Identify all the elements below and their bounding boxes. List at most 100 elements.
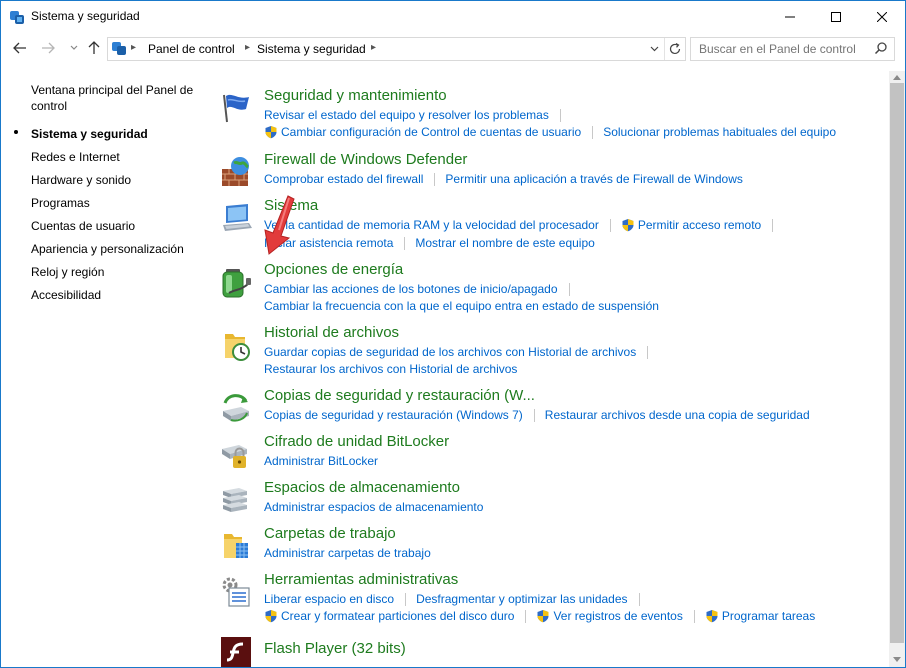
close-button[interactable]: [859, 1, 905, 32]
link-show-computer-name[interactable]: Mostrar el nombre de este equipo: [415, 235, 594, 252]
link-change-uac[interactable]: Cambiar configuración de Control de cuen…: [281, 124, 581, 141]
flash-player-icon: [221, 637, 251, 667]
link-divider: [592, 126, 594, 139]
category-title[interactable]: Seguridad y mantenimiento: [264, 87, 447, 104]
link-allow-remote[interactable]: Permitir acceso remoto: [638, 217, 761, 234]
search-icon[interactable]: [874, 41, 888, 55]
scroll-down-icon[interactable]: [893, 657, 901, 663]
uac-shield-icon: [706, 610, 718, 623]
link-restore-file-history[interactable]: Restaurar los archivos con Historial de …: [264, 361, 517, 378]
file-history-icon: [225, 334, 250, 361]
link-row: Comprobar estado del firewall Permitir un…: [264, 171, 743, 188]
category-list: Seguridad y mantenimiento Revisar el est…: [215, 71, 887, 667]
link-divider: [638, 593, 640, 606]
flag-icon: [223, 94, 249, 123]
link-review-status[interactable]: Revisar el estado del equipo y resolver …: [264, 107, 549, 124]
search-box[interactable]: [690, 37, 895, 61]
link-row: Administrar espacios de almacenamiento: [264, 499, 483, 516]
category-title[interactable]: Flash Player (32 bits): [264, 640, 406, 657]
breadcrumb-control-panel[interactable]: Panel de control: [148, 42, 235, 56]
link-sleep-frequency[interactable]: Cambiar la frecuencia con la que el equi…: [264, 298, 659, 315]
link-event-logs[interactable]: Ver registros de eventos: [553, 608, 682, 625]
recent-locations-button[interactable]: [65, 39, 83, 57]
sidebar-item-programs[interactable]: Programas: [31, 195, 201, 211]
window-title: Sistema y seguridad: [31, 9, 140, 23]
storage-icon: [223, 488, 247, 512]
title-bar: Sistema y seguridad: [1, 1, 905, 32]
link-divider: [405, 593, 407, 606]
address-bar[interactable]: ▸ Panel de control ▸ Sistema y seguridad…: [107, 37, 686, 61]
link-troubleshoot[interactable]: Solucionar problemas habituales del equi…: [603, 124, 836, 141]
search-input[interactable]: [699, 41, 864, 56]
link-restore-from-backup[interactable]: Restaurar archivos desde una copia de se…: [545, 407, 810, 424]
sidebar-item-network-internet[interactable]: Redes e Internet: [31, 149, 201, 165]
sidebar-item-clock-region[interactable]: Reloj y región: [31, 264, 201, 280]
vertical-scrollbar[interactable]: [889, 71, 905, 667]
link-row: Crear y formatear particiones del disco …: [264, 608, 815, 625]
battery-icon: [222, 269, 251, 298]
sidebar-item-accessibility[interactable]: Accesibilidad: [31, 287, 201, 303]
link-view-ram[interactable]: Ver la cantidad de memoria RAM y la velo…: [264, 217, 599, 234]
link-row: Cambiar la frecuencia con la que el equi…: [264, 298, 659, 315]
admin-tools-icon: [222, 577, 250, 607]
firewall-icon: [222, 157, 249, 186]
chevron-down-icon: [70, 45, 78, 50]
sidebar-item-system-security[interactable]: Sistema y seguridad: [31, 126, 201, 142]
link-schedule-tasks[interactable]: Programar tareas: [722, 608, 815, 625]
link-manage-bitlocker[interactable]: Administrar BitLocker: [264, 453, 378, 470]
forward-button[interactable]: [39, 39, 57, 57]
category-title[interactable]: Opciones de energía: [264, 261, 403, 278]
sidebar-item-user-accounts[interactable]: Cuentas de usuario: [31, 218, 201, 234]
category-title[interactable]: Espacios de almacenamiento: [264, 479, 460, 496]
breadcrumb-separator[interactable]: ▸: [371, 42, 376, 53]
category-title[interactable]: Copias de seguridad y restauración (W...: [264, 387, 535, 404]
link-backup-windows7[interactable]: Copias de seguridad y restauración (Wind…: [264, 407, 523, 424]
uac-shield-icon: [622, 219, 634, 232]
breadcrumb-system-security[interactable]: Sistema y seguridad: [257, 42, 366, 56]
maximize-button[interactable]: [813, 1, 859, 32]
category-title[interactable]: Cifrado de unidad BitLocker: [264, 433, 449, 450]
forward-arrow-icon: [42, 42, 55, 54]
control-panel-icon: [10, 11, 24, 24]
link-divider: [609, 219, 611, 232]
link-row: Iniciar asistencia remota Mostrar el nomb…: [264, 235, 595, 252]
link-divider: [568, 283, 570, 296]
link-free-disk-space[interactable]: Liberar espacio en disco: [264, 591, 394, 608]
back-arrow-icon: [13, 42, 26, 54]
address-divider: [664, 38, 665, 60]
back-button[interactable]: [11, 39, 29, 57]
up-button[interactable]: [85, 39, 103, 57]
close-icon: [877, 11, 887, 22]
link-divider: [559, 109, 561, 122]
address-dropdown-icon[interactable]: [650, 46, 659, 52]
link-manage-work-folders[interactable]: Administrar carpetas de trabajo: [264, 545, 431, 562]
link-row: Cambiar las acciones de los botones de i…: [264, 281, 580, 298]
link-defragment[interactable]: Desfragmentar y optimizar las unidades: [416, 591, 627, 608]
breadcrumb-separator[interactable]: ▸: [245, 42, 250, 53]
link-allow-app[interactable]: Permitir una aplicación a través de Fire…: [445, 171, 742, 188]
annotation-arrow-icon: [264, 195, 295, 255]
sidebar-item-hardware-sound[interactable]: Hardware y sonido: [31, 172, 201, 188]
category-title[interactable]: Herramientas administrativas: [264, 571, 458, 588]
scroll-up-icon[interactable]: [893, 74, 901, 80]
breadcrumb-separator[interactable]: ▸: [131, 42, 136, 53]
link-create-partitions[interactable]: Crear y formatear particiones del disco …: [281, 608, 514, 625]
sidebar-item-appearance[interactable]: Apariencia y personalización: [31, 241, 201, 257]
link-row: Administrar carpetas de trabajo: [264, 545, 431, 562]
scrollbar-thumb[interactable]: [890, 83, 904, 643]
link-save-backup-copies[interactable]: Guardar copias de seguridad de los archi…: [264, 344, 636, 361]
link-divider: [434, 173, 436, 186]
category-title[interactable]: Firewall de Windows Defender: [264, 151, 467, 168]
minimize-button[interactable]: [767, 1, 813, 32]
link-manage-storage-spaces[interactable]: Administrar espacios de almacenamiento: [264, 499, 483, 516]
sidebar-home-link[interactable]: Ventana principal del Panel de control: [31, 82, 201, 114]
link-divider: [693, 610, 695, 623]
control-panel-window: Sistema y seguridad ▸ Panel de control ▸…: [0, 0, 906, 668]
link-row: Copias de seguridad y restauración (Wind…: [264, 407, 810, 424]
category-title[interactable]: Carpetas de trabajo: [264, 525, 396, 542]
link-check-firewall[interactable]: Comprobar estado del firewall: [264, 171, 423, 188]
category-title[interactable]: Historial de archivos: [264, 324, 399, 341]
refresh-icon[interactable]: [668, 42, 682, 56]
link-power-buttons[interactable]: Cambiar las acciones de los botones de i…: [264, 281, 558, 298]
control-panel-icon: [112, 42, 126, 55]
